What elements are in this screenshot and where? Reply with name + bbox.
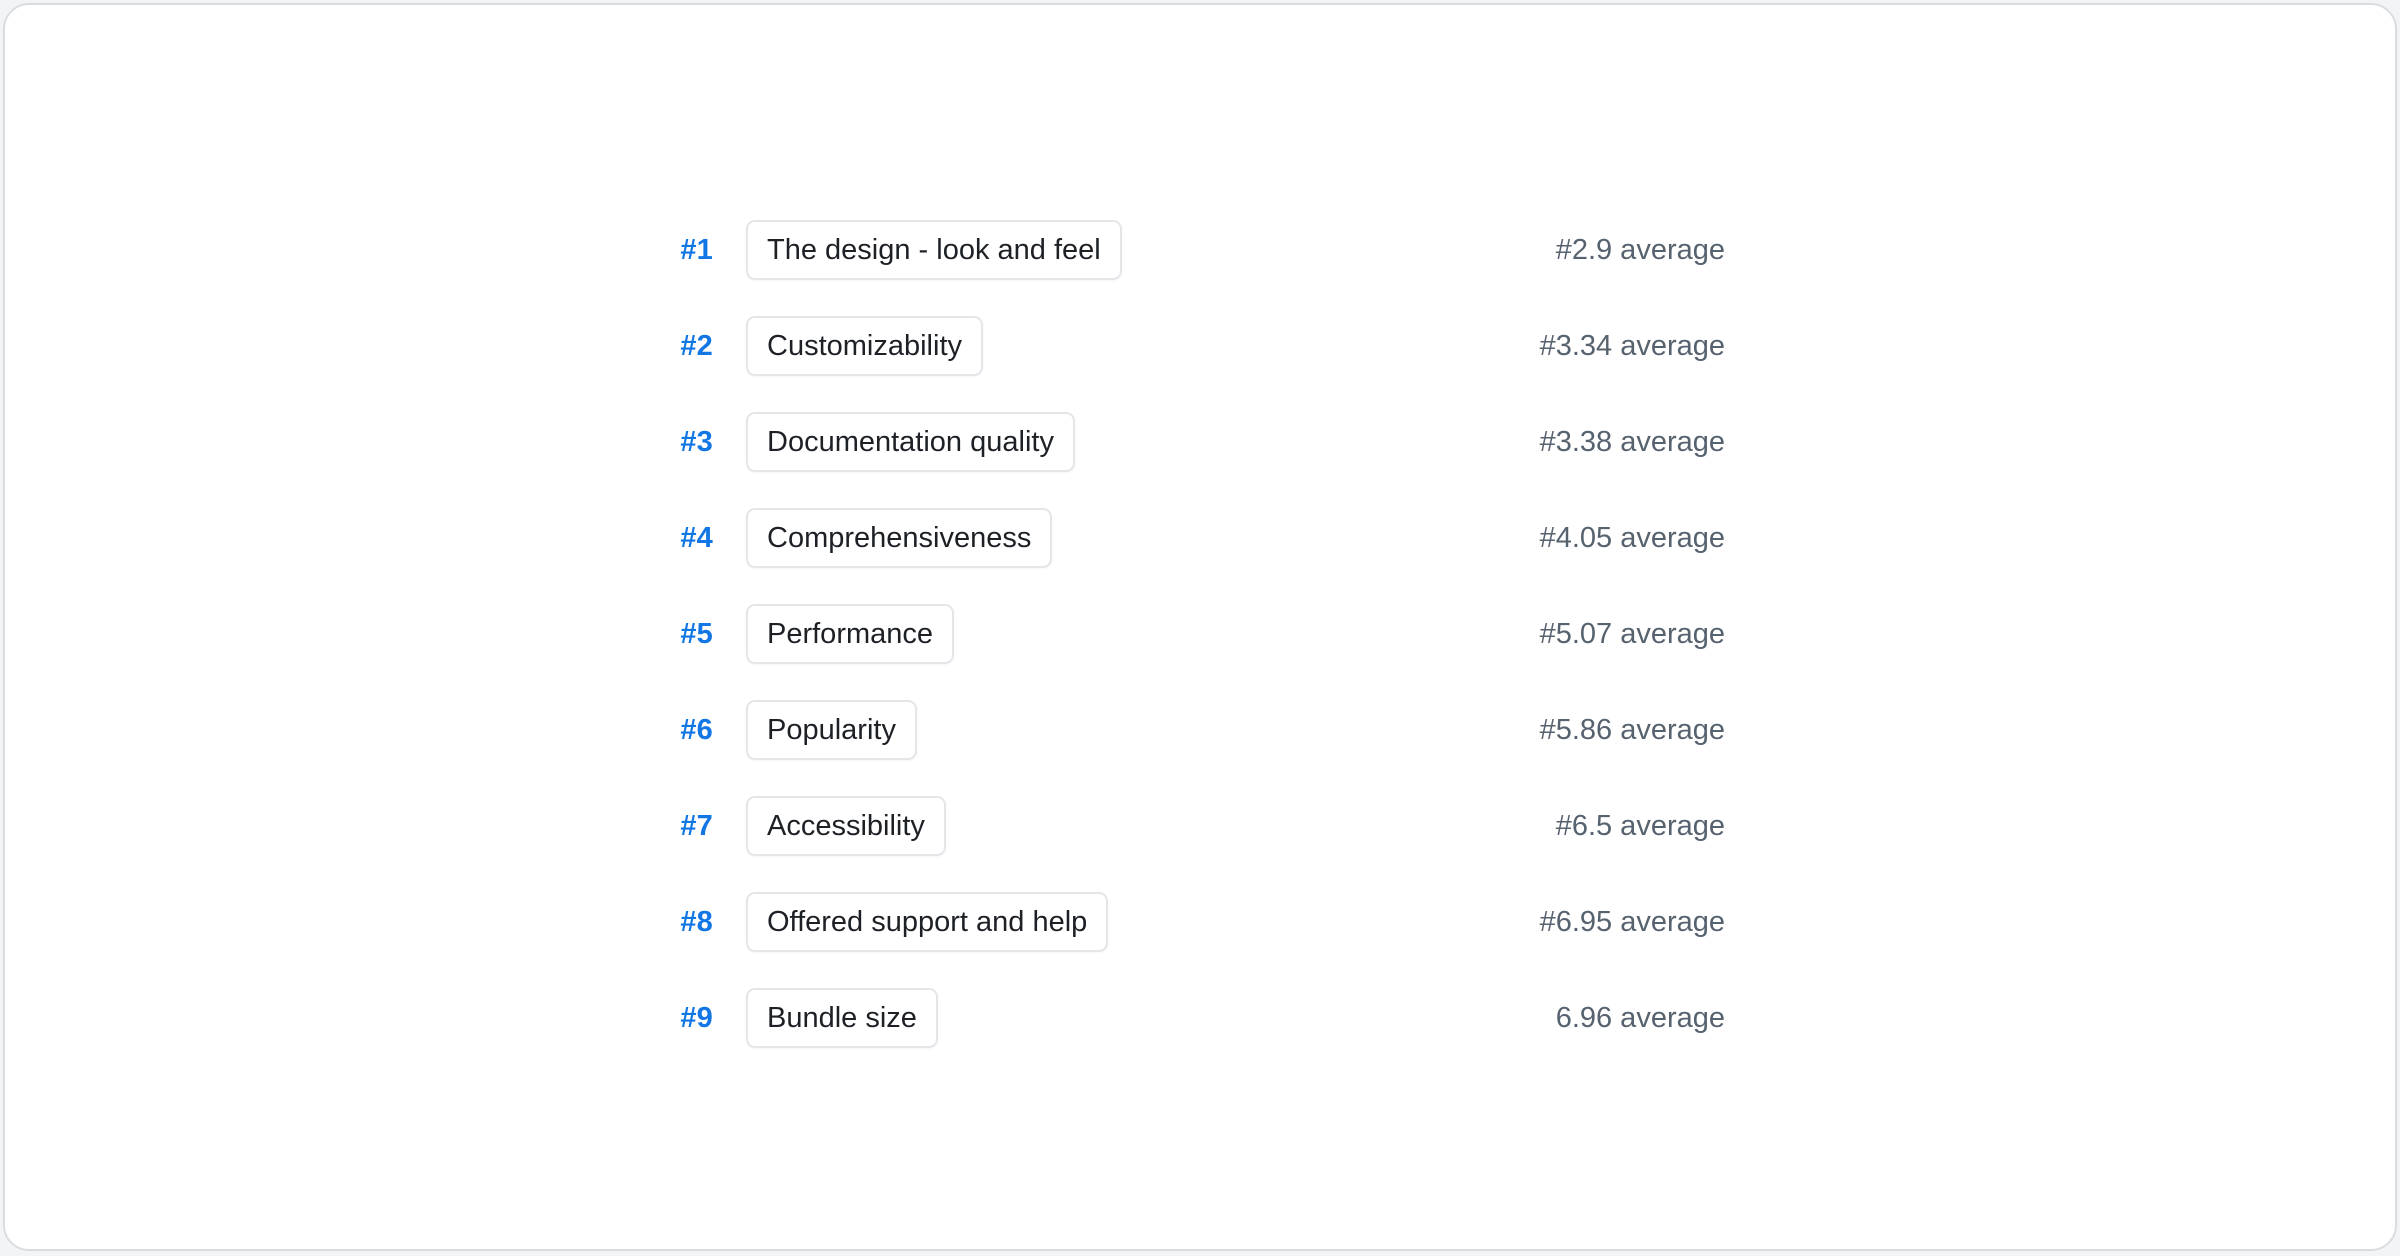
ranking-option-chip[interactable]: Offered support and help [746, 892, 1108, 952]
page-background: #1 The design - look and feel #2.9 avera… [0, 0, 2400, 1256]
ranking-option-chip[interactable]: Popularity [746, 700, 917, 760]
ranking-option-label: Performance [767, 618, 933, 651]
ranking-option-chip[interactable]: Accessibility [746, 796, 946, 856]
ranking-row: #5 Performance #5.07 average [5, 586, 2395, 682]
rank-number: #2 [625, 330, 713, 363]
average-score: #5.07 average [1540, 618, 1725, 651]
average-score: #5.86 average [1540, 714, 1725, 747]
ranking-row: #6 Popularity #5.86 average [5, 682, 2395, 778]
ranking-option-label: Popularity [767, 714, 896, 747]
ranking-option-chip[interactable]: Documentation quality [746, 412, 1075, 472]
ranking-row: #2 Customizability #3.34 average [5, 298, 2395, 394]
ranking-row: #1 The design - look and feel #2.9 avera… [5, 202, 2395, 298]
rank-number: #4 [625, 522, 713, 555]
rank-number: #8 [625, 906, 713, 939]
ranking-row: #3 Documentation quality #3.38 average [5, 394, 2395, 490]
average-score: #2.9 average [1556, 234, 1725, 267]
average-score: 6.96 average [1556, 1002, 1725, 1035]
average-score: #3.38 average [1540, 426, 1725, 459]
ranking-row: #9 Bundle size 6.96 average [5, 970, 2395, 1066]
ranking-option-chip[interactable]: Customizability [746, 316, 983, 376]
rank-number: #5 [625, 618, 713, 651]
rank-number: #1 [625, 234, 713, 267]
ranking-option-chip[interactable]: Bundle size [746, 988, 938, 1048]
ranking-option-label: Comprehensiveness [767, 522, 1031, 555]
ranking-results-card: #1 The design - look and feel #2.9 avera… [3, 3, 2397, 1251]
rank-number: #3 [625, 426, 713, 459]
ranking-row: #7 Accessibility #6.5 average [5, 778, 2395, 874]
rank-number: #7 [625, 810, 713, 843]
ranking-option-label: Bundle size [767, 1002, 917, 1035]
ranking-option-label: Documentation quality [767, 426, 1054, 459]
ranking-option-label: Offered support and help [767, 906, 1087, 939]
ranking-row: #8 Offered support and help #6.95 averag… [5, 874, 2395, 970]
average-score: #6.5 average [1556, 810, 1725, 843]
ranking-option-label: Accessibility [767, 810, 925, 843]
ranking-option-label: The design - look and feel [767, 234, 1101, 267]
rank-number: #9 [625, 1002, 713, 1035]
ranking-list: #1 The design - look and feel #2.9 avera… [5, 202, 2395, 1066]
ranking-option-chip[interactable]: Performance [746, 604, 954, 664]
ranking-option-chip[interactable]: Comprehensiveness [746, 508, 1052, 568]
ranking-option-label: Customizability [767, 330, 962, 363]
rank-number: #6 [625, 714, 713, 747]
average-score: #6.95 average [1540, 906, 1725, 939]
average-score: #4.05 average [1540, 522, 1725, 555]
average-score: #3.34 average [1540, 330, 1725, 363]
ranking-option-chip[interactable]: The design - look and feel [746, 220, 1122, 280]
ranking-row: #4 Comprehensiveness #4.05 average [5, 490, 2395, 586]
